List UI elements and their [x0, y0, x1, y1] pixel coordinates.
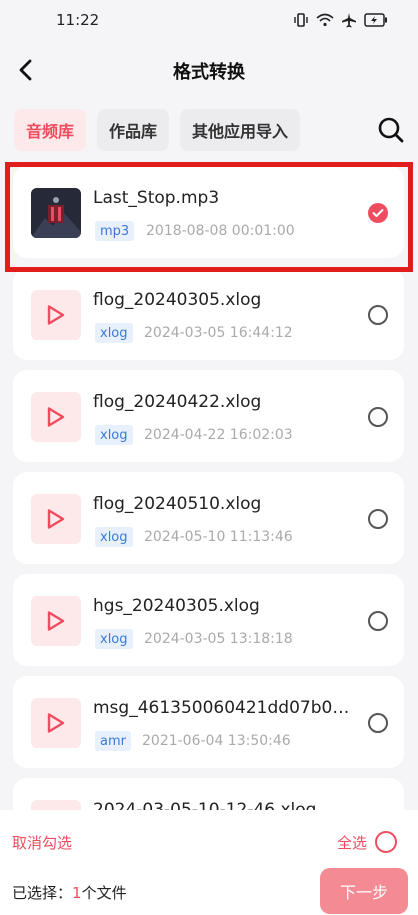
search-icon	[378, 117, 404, 143]
file-date: 2021-06-04 13:50:46	[142, 733, 291, 749]
file-type-tag: xlog	[95, 527, 133, 547]
file-thumb	[31, 596, 81, 646]
file-type-tag: xlog	[95, 629, 133, 649]
file-checkbox[interactable]	[368, 509, 388, 529]
status-icons	[293, 12, 388, 28]
file-name: flog_20240422.xlog	[93, 392, 262, 412]
file-type-tag: amr	[95, 731, 131, 751]
select-all-radio[interactable]	[375, 831, 398, 853]
file-row[interactable]: flog_20240510.xlog xlog 2024-05-10 11:13…	[13, 472, 404, 564]
selection-highlight-box	[5, 162, 413, 272]
page-title: 格式转换	[173, 62, 245, 83]
file-name: hgs_20240305.xlog	[93, 596, 260, 616]
file-row[interactable]: flog_20240422.xlog xlog 2024-04-22 16:02…	[13, 370, 404, 462]
file-checkbox[interactable]	[368, 305, 388, 325]
file-date: 2024-05-10 11:13:46	[144, 529, 293, 545]
file-checkbox[interactable]	[368, 407, 388, 427]
play-icon	[47, 611, 65, 631]
file-type-tag: xlog	[95, 425, 133, 445]
file-name: flog_20240305.xlog	[93, 290, 262, 310]
next-step-button[interactable]: 下一步	[320, 868, 408, 914]
airplane-icon	[342, 13, 356, 28]
play-icon	[47, 509, 65, 529]
file-thumb	[31, 392, 81, 442]
status-time: 11:22	[56, 11, 100, 29]
file-thumb	[31, 290, 81, 340]
selected-suffix: 个文件	[81, 884, 127, 902]
file-name: msg_461350060421dd07b00...	[93, 698, 353, 718]
file-checkbox[interactable]	[368, 611, 388, 631]
vibrate-icon	[294, 13, 308, 27]
tab-works-library[interactable]: 作品库	[97, 109, 170, 151]
wifi-icon	[316, 13, 334, 27]
file-type-tag: xlog	[95, 323, 133, 343]
back-button[interactable]	[12, 54, 40, 86]
play-icon	[47, 305, 65, 325]
file-checkbox[interactable]	[368, 713, 388, 733]
file-date: 2024-04-22 16:02:03	[144, 427, 293, 443]
bottom-bar: 取消勾选 全选 已选择：1个文件 下一步	[0, 810, 418, 915]
tab-other-app-import[interactable]: 其他应用导入	[180, 109, 301, 151]
chevron-left-icon	[19, 59, 32, 81]
play-icon	[47, 713, 65, 733]
file-date: 2024-03-05 16:44:12	[144, 325, 293, 341]
header: 格式转换	[0, 40, 418, 102]
selected-prefix: 已选择：	[12, 884, 73, 902]
select-all-toggle[interactable]: 全选	[337, 831, 398, 853]
battery-charging-icon	[364, 13, 387, 27]
tab-audio-library[interactable]: 音频库	[14, 109, 87, 151]
file-row[interactable]: msg_461350060421dd07b00... amr 2021-06-0…	[13, 676, 404, 768]
file-thumb	[31, 494, 81, 544]
file-date: 2024-03-05 13:18:18	[144, 631, 293, 647]
select-all-label: 全选	[337, 833, 368, 852]
source-tabs: 音频库 作品库 其他应用导入	[14, 109, 301, 151]
search-button[interactable]	[377, 116, 405, 144]
cancel-selection-button[interactable]: 取消勾选	[12, 832, 72, 853]
selected-count-text: 已选择：1个文件	[12, 882, 127, 903]
selected-count: 1	[72, 884, 82, 902]
file-thumb	[31, 698, 81, 748]
file-name: flog_20240510.xlog	[93, 494, 262, 514]
file-row[interactable]: hgs_20240305.xlog xlog 2024-03-05 13:18:…	[13, 574, 404, 666]
play-icon	[47, 407, 65, 427]
file-row[interactable]: flog_20240305.xlog xlog 2024-03-05 16:44…	[13, 268, 404, 360]
status-bar: 11:22	[0, 0, 418, 40]
